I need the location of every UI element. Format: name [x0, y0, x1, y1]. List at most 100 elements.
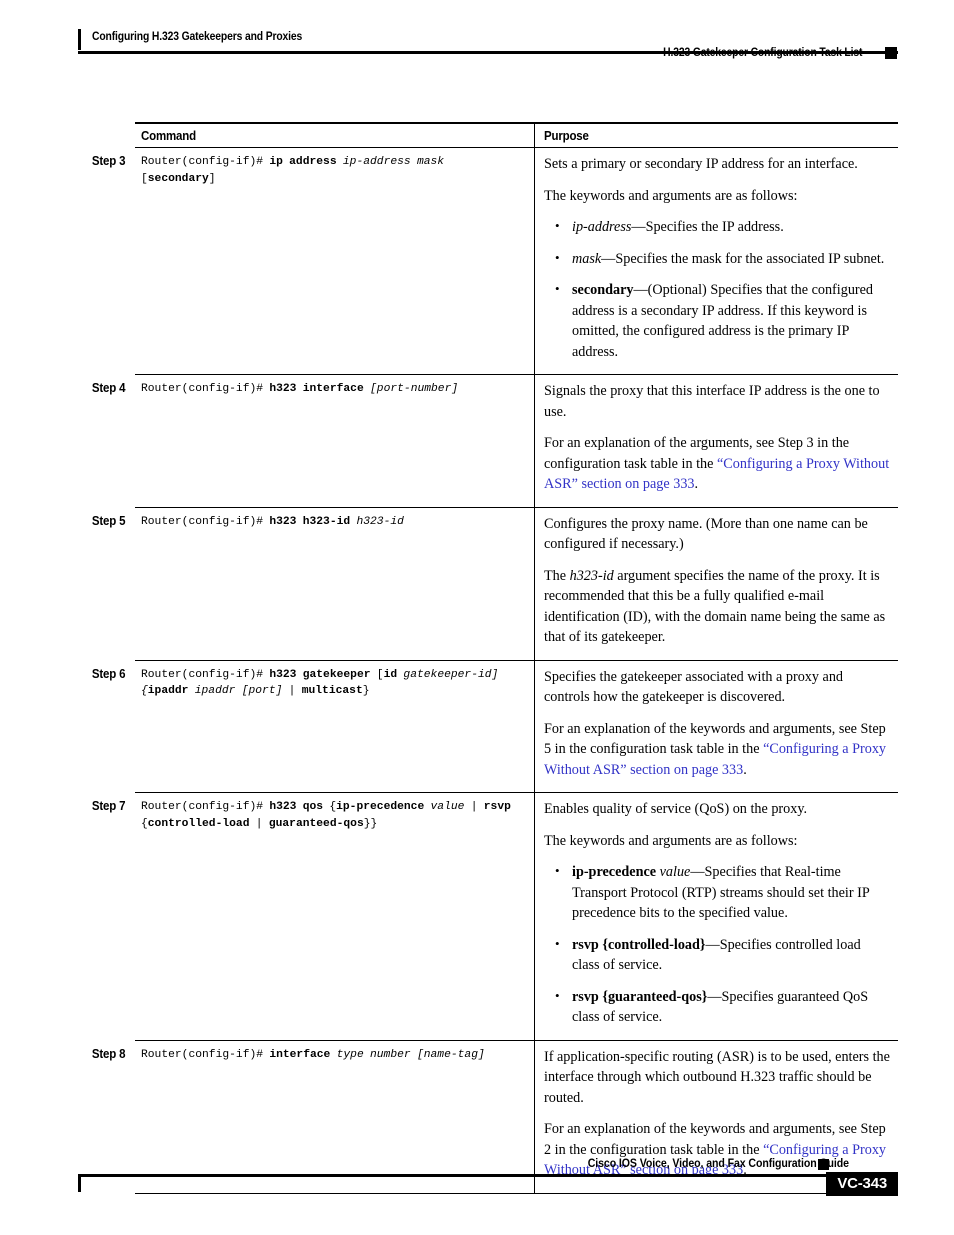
- command-keyword-guaranteed-qos: guaranteed-qos: [268, 817, 364, 830]
- bullet-text: —Specifies the IP address.: [631, 219, 784, 235]
- footer-marker-square: [818, 1159, 829, 1170]
- cell-command: Router(config-if)# interface type number…: [135, 1040, 535, 1193]
- document-page: Configuring H.323 Gatekeepers and Proxie…: [0, 0, 954, 1235]
- purpose-paragraph: If application-specific routing (ASR) is…: [544, 1048, 890, 1106]
- cell-command: Router(config-if)# ip address ip-address…: [135, 148, 535, 374]
- command-syntax: Router(config-if)# ip address ip-address…: [141, 154, 524, 187]
- cell-purpose: Sets a primary or secondary IP address f…: [535, 148, 898, 374]
- command-syntax: Router(config-if)# h323 gatekeeper [id g…: [141, 667, 524, 700]
- cell-purpose: Signals the proxy that this interface IP…: [535, 375, 898, 507]
- command-keyword: interface: [269, 1048, 331, 1061]
- command-syntax: Router(config-if)# interface type number…: [141, 1047, 524, 1064]
- command-keyword-id: id: [383, 668, 398, 681]
- command-arguments: {: [323, 801, 337, 813]
- column-header-purpose: Purpose: [544, 129, 589, 143]
- running-header: Configuring H.323 Gatekeepers and Proxie…: [0, 0, 954, 70]
- table-row: Step 6 Router(config-if)# h323 gatekeepe…: [92, 660, 898, 793]
- list-item: ip-precedence value—Specifies that Real-…: [544, 861, 890, 924]
- command-keyword: h323 gatekeeper: [269, 668, 371, 681]
- cell-command: Router(config-if)# h323 qos {ip-preceden…: [135, 793, 535, 1040]
- cell-purpose: Enables quality of service (QoS) on the …: [535, 793, 898, 1040]
- footer-rule: [78, 1174, 898, 1177]
- table-row: Step 7 Router(config-if)# h323 qos {ip-p…: [92, 793, 898, 1040]
- command-arguments: [port-number]: [363, 383, 459, 395]
- table-header-cell-purpose: Purpose: [535, 124, 898, 147]
- command-arguments: ipaddr [port] |: [188, 685, 302, 697]
- list-item: ip-address—Specifies the IP address.: [544, 216, 890, 238]
- list-item: rsvp {controlled-load}—Specifies control…: [544, 934, 890, 976]
- table-header-row: Command Purpose: [135, 124, 898, 147]
- command-syntax: Router(config-if)# h323 interface [port-…: [141, 381, 524, 398]
- step-label: Step 6: [91, 666, 126, 681]
- command-arguments: |: [249, 817, 269, 830]
- bullet-text: —Specifies the mask for the associated I…: [601, 250, 885, 267]
- command-keyword-secondary: secondary: [147, 172, 209, 185]
- table-row: Step 3 Router(config-if)# ip address ip-…: [92, 148, 898, 374]
- command-keyword: ip address: [269, 156, 337, 168]
- purpose-paragraph: Specifies the gatekeeper associated with…: [544, 668, 844, 706]
- step-label: Step 5: [91, 513, 126, 528]
- table-row: Step 4 Router(config-if)# h323 interface…: [92, 375, 898, 507]
- footer-left-tick: [78, 1174, 81, 1192]
- bullet-term: ip-precedence: [572, 864, 657, 880]
- purpose-paragraph: The keywords and arguments are as follow…: [544, 832, 798, 849]
- purpose-argument: h323-id: [569, 567, 614, 584]
- header-chapter-title: Configuring H.323 Gatekeepers and Proxie…: [92, 31, 303, 43]
- command-bracket-open: [: [141, 172, 148, 185]
- cell-command: Router(config-if)# h323 interface [port-…: [135, 375, 535, 507]
- command-arguments: }}: [363, 817, 378, 830]
- command-prompt: Router(config-if)#: [141, 515, 270, 528]
- command-prompt: Router(config-if)#: [141, 1048, 270, 1061]
- header-marker-square: [885, 47, 897, 59]
- cell-purpose: Specifies the gatekeeper associated with…: [535, 661, 898, 793]
- purpose-paragraph: The h323-id argument specifies the name …: [544, 566, 890, 648]
- command-arguments: ip-address mask: [336, 156, 445, 168]
- command-keyword-ip-precedence: ip-precedence: [336, 801, 425, 813]
- page-number-badge: VC-343: [826, 1172, 898, 1196]
- bullet-term: ip-address: [572, 219, 632, 235]
- command-keyword-controlled-load: controlled-load: [147, 817, 250, 830]
- step-label: Step 8: [91, 1046, 126, 1061]
- purpose-bullet-list: ip-address—Specifies the IP address. mas…: [544, 216, 890, 362]
- command-keyword: h323 qos: [269, 801, 324, 813]
- command-prompt: Router(config-if)#: [141, 156, 270, 168]
- purpose-paragraph: Signals the proxy that this interface IP…: [544, 383, 880, 420]
- command-keyword-multicast: multicast: [301, 685, 363, 697]
- table-header-cell-command: Command: [135, 124, 535, 147]
- purpose-bullet-list: ip-precedence value—Specifies that Real-…: [544, 861, 890, 1028]
- command-arguments: [: [370, 668, 384, 681]
- command-keyword: h323 interface: [269, 383, 364, 395]
- list-item: secondary—(Optional) Specifies that the …: [544, 279, 890, 362]
- cell-command: Router(config-if)# h323 h323-id h323-id: [135, 507, 535, 660]
- bullet-term-arg: value: [659, 864, 691, 880]
- purpose-paragraph: Configures the proxy name. (More than on…: [544, 515, 868, 553]
- purpose-text: .: [694, 476, 699, 492]
- column-header-command: Command: [141, 129, 196, 143]
- purpose-paragraph: For an explanation of the arguments, see…: [544, 433, 890, 495]
- step-label: Step 4: [91, 381, 126, 395]
- footer-guide-title: Cisco IOS Voice, Video, and Fax Configur…: [587, 1158, 849, 1170]
- command-task-table: Command Purpose Step 3 Router(config-if)…: [92, 122, 898, 1194]
- command-prompt: Router(config-if)#: [141, 668, 270, 681]
- command-arguments: type number [name-tag]: [330, 1048, 485, 1061]
- command-arguments: {: [141, 817, 148, 830]
- command-keyword-ipaddr: ipaddr: [147, 685, 189, 697]
- purpose-text: The: [544, 567, 570, 584]
- command-syntax: Router(config-if)# h323 qos {ip-preceden…: [141, 799, 524, 832]
- command-syntax: Router(config-if)# h323 h323-id h323-id: [141, 514, 524, 531]
- list-item: mask—Specifies the mask for the associat…: [544, 248, 890, 270]
- step-label: Step 3: [91, 154, 126, 168]
- header-left-tick: [78, 29, 81, 50]
- list-item: rsvp {guaranteed-qos}—Specifies guarante…: [544, 986, 890, 1028]
- command-keyword-rsvp: rsvp: [483, 801, 511, 813]
- cell-purpose: Configures the proxy name. (More than on…: [535, 508, 898, 660]
- purpose-paragraph: Enables quality of service (QoS) on the …: [544, 801, 808, 817]
- bullet-term: rsvp {guaranteed-qos}: [572, 988, 708, 1005]
- table-row: Step 5 Router(config-if)# h323 h323-id h…: [92, 507, 898, 660]
- command-arguments: value |: [424, 801, 484, 813]
- command-prompt: Router(config-if)#: [141, 801, 270, 813]
- step-label: Step 7: [91, 799, 126, 813]
- purpose-paragraph: Sets a primary or secondary IP address f…: [544, 156, 858, 172]
- table-bottom-rule: [135, 1192, 898, 1194]
- purpose-paragraph: The keywords and arguments are as follow…: [544, 187, 798, 204]
